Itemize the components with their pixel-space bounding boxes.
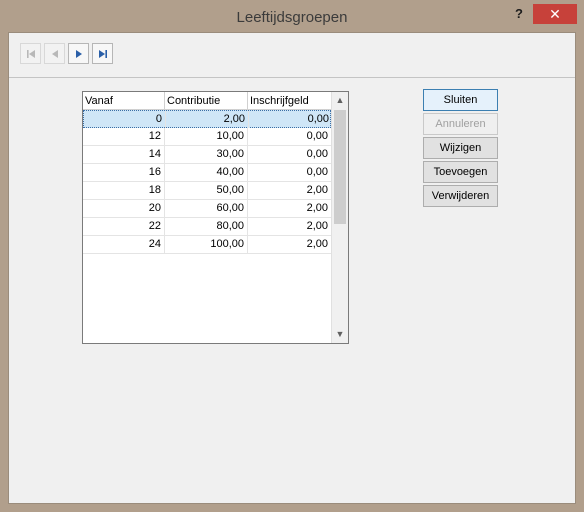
column-header-contributie[interactable]: Contributie xyxy=(165,92,248,109)
cell-contributie: 100,00 xyxy=(165,236,248,253)
cell-inschrijfgeld: 2,00 xyxy=(306,202,328,214)
dialog-window: Leeftijdsgroepen ? ✕ Vanaf Contributie I… xyxy=(0,0,584,512)
navigation-toolbar xyxy=(9,33,575,78)
cell-vanaf: 22 xyxy=(83,218,165,235)
nav-next-icon xyxy=(76,50,82,58)
cell-contributie: 60,00 xyxy=(165,200,248,217)
age-groups-grid[interactable]: Vanaf Contributie Inschrijfgeld 0 2,00 0… xyxy=(82,91,349,344)
help-button[interactable]: ? xyxy=(508,4,530,24)
cell-inschrijfgeld: 0,00 xyxy=(307,113,329,125)
cancel-button[interactable]: Annuleren xyxy=(423,113,498,135)
cell-vanaf: 16 xyxy=(83,164,165,181)
cell-inschrijfgeld: 0,00 xyxy=(306,148,328,160)
nav-last-icon xyxy=(99,50,107,58)
cell-contributie: 50,00 xyxy=(165,182,248,199)
cell-inschrijfgeld: 0,00 xyxy=(306,130,328,142)
next-record-button[interactable] xyxy=(68,43,89,64)
cell-vanaf: 24 xyxy=(83,236,165,253)
close-button[interactable]: Sluiten xyxy=(423,89,498,111)
window-title: Leeftijdsgroepen xyxy=(236,9,348,26)
last-record-button[interactable] xyxy=(92,43,113,64)
cell-inschrijfgeld: 0,00 xyxy=(306,166,328,178)
dialog-client-area: Vanaf Contributie Inschrijfgeld 0 2,00 0… xyxy=(8,32,576,504)
grid-vertical-scrollbar[interactable]: ▲ ▼ xyxy=(331,92,348,343)
grid-header: Vanaf Contributie Inschrijfgeld xyxy=(83,92,331,110)
table-row[interactable]: 12 10,00 0,00 xyxy=(83,128,331,146)
scroll-down-icon[interactable]: ▼ xyxy=(332,326,348,343)
cell-contributie: 2,00 xyxy=(166,111,249,128)
nav-first-icon xyxy=(27,50,35,58)
close-window-button[interactable]: ✕ xyxy=(533,4,577,24)
cell-contributie: 80,00 xyxy=(165,218,248,235)
nav-prev-icon xyxy=(52,50,58,58)
table-row[interactable]: 22 80,00 2,00 xyxy=(83,218,331,236)
cell-vanaf: 12 xyxy=(83,128,165,145)
table-row[interactable]: 18 50,00 2,00 xyxy=(83,182,331,200)
cell-vanaf: 20 xyxy=(83,200,165,217)
table-row[interactable]: 24 100,00 2,00 xyxy=(83,236,331,254)
add-button[interactable]: Toevoegen xyxy=(423,161,498,183)
column-header-vanaf[interactable]: Vanaf xyxy=(83,92,165,109)
table-row[interactable]: 14 30,00 0,00 xyxy=(83,146,331,164)
cell-vanaf: 14 xyxy=(83,146,165,163)
title-bar[interactable]: Leeftijdsgroepen ? ✕ xyxy=(0,0,584,32)
previous-record-button[interactable] xyxy=(44,43,65,64)
table-row[interactable]: 20 60,00 2,00 xyxy=(83,200,331,218)
cell-vanaf: 0 xyxy=(84,111,166,128)
table-row[interactable]: 16 40,00 0,00 xyxy=(83,164,331,182)
cell-contributie: 10,00 xyxy=(165,128,248,145)
cell-contributie: 30,00 xyxy=(165,146,248,163)
edit-button[interactable]: Wijzigen xyxy=(423,137,498,159)
cell-inschrijfgeld: 2,00 xyxy=(306,238,328,250)
column-header-inschrijfgeld[interactable]: Inschrijfgeld xyxy=(248,92,331,109)
cell-contributie: 40,00 xyxy=(165,164,248,181)
first-record-button[interactable] xyxy=(20,43,41,64)
delete-button[interactable]: Verwijderen xyxy=(423,185,498,207)
table-row[interactable]: 0 2,00 0,00 xyxy=(83,110,331,128)
cell-vanaf: 18 xyxy=(83,182,165,199)
cell-inschrijfgeld: 2,00 xyxy=(306,220,328,232)
scrollbar-thumb[interactable] xyxy=(334,110,346,224)
scroll-up-icon[interactable]: ▲ xyxy=(332,92,348,109)
cell-inschrijfgeld: 2,00 xyxy=(306,184,328,196)
